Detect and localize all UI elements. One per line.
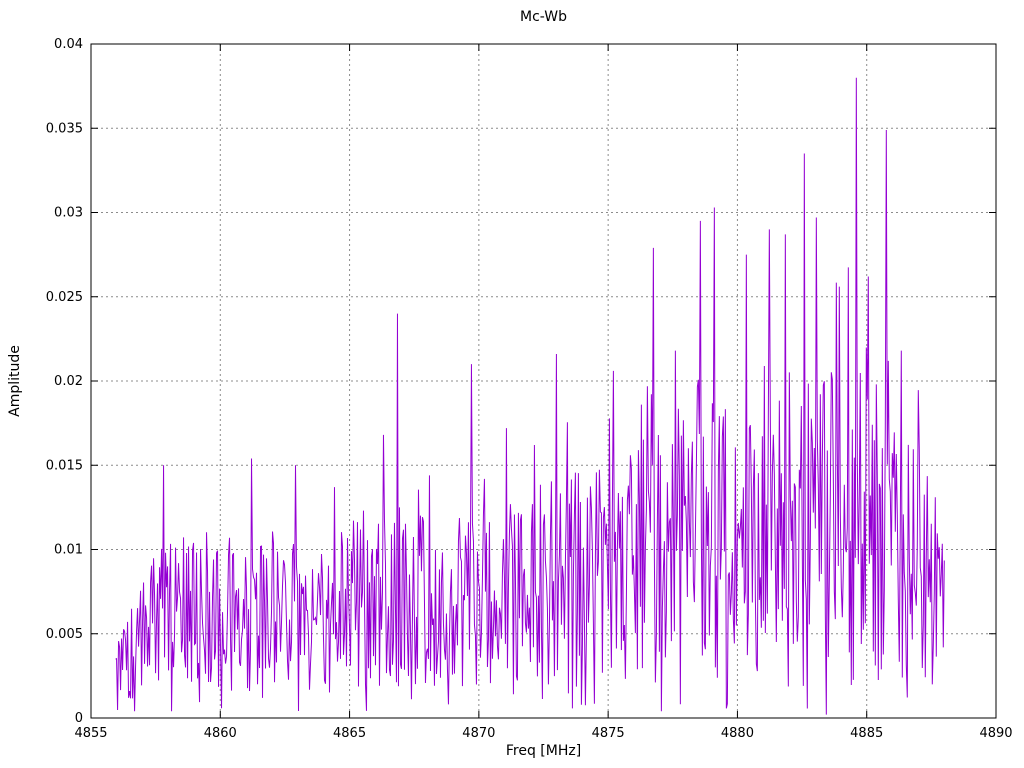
svg-text:0.025: 0.025 xyxy=(46,290,83,305)
svg-text:0.04: 0.04 xyxy=(54,37,83,52)
series-line xyxy=(115,77,945,715)
svg-text:4885: 4885 xyxy=(850,726,883,741)
svg-text:4875: 4875 xyxy=(592,726,625,741)
svg-text:0.01: 0.01 xyxy=(54,543,83,558)
svg-text:4880: 4880 xyxy=(721,726,754,741)
svg-text:4860: 4860 xyxy=(204,726,237,741)
spectrum-chart-svg: 4855 4860 4865 4870 4875 4880 4885 4890 0 0.005 0.… xyxy=(46,37,1013,741)
svg-text:4865: 4865 xyxy=(333,726,366,741)
svg-text:0.02: 0.02 xyxy=(54,374,83,389)
svg-text:4855: 4855 xyxy=(74,726,107,741)
svg-text:0: 0 xyxy=(75,711,83,726)
svg-text:0.005: 0.005 xyxy=(46,627,83,642)
svg-text:0.015: 0.015 xyxy=(46,458,83,473)
chart-title: Mc-Wb xyxy=(520,9,567,25)
svg-text:0.03: 0.03 xyxy=(54,206,83,221)
svg-text:4870: 4870 xyxy=(462,726,495,741)
plot-canvas: 4855 4860 4865 4870 4875 4880 4885 4890 0 0.005 0.… xyxy=(0,0,1024,768)
svg-text:0.035: 0.035 xyxy=(46,121,83,136)
svg-text:4890: 4890 xyxy=(979,726,1012,741)
x-axis-title: Freq [MHz] xyxy=(505,743,582,759)
y-axis-title: Amplitude xyxy=(7,345,23,417)
